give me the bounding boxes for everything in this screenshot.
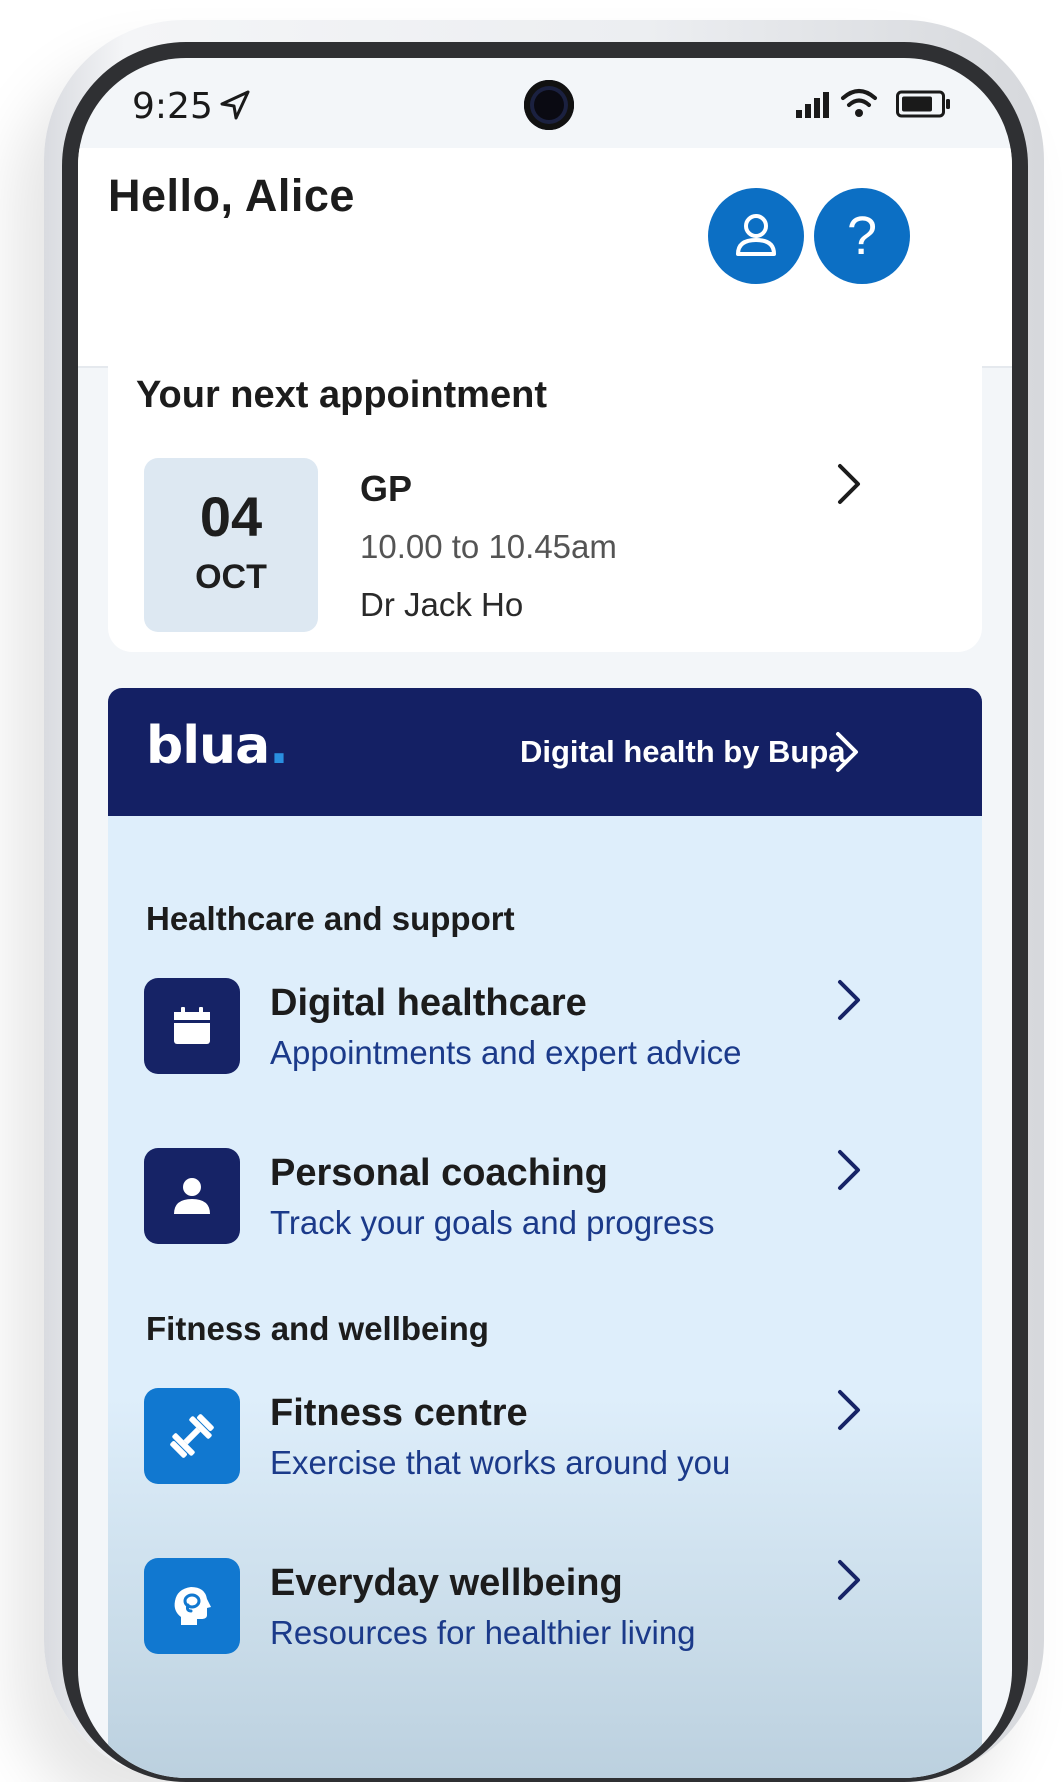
chevron-right-icon bbox=[838, 980, 860, 1020]
app-screen: 9:25 Hello, Alice ? Your next appointmen… bbox=[78, 58, 1012, 1778]
service-title: Fitness centre bbox=[270, 1392, 528, 1434]
next-appointment-card[interactable]: Your next appointment 04 OCT GP 10.00 to… bbox=[108, 340, 982, 652]
greeting-title: Hello, Alice bbox=[108, 170, 355, 221]
wifi-icon bbox=[841, 89, 877, 117]
service-title: Personal coaching bbox=[270, 1152, 608, 1194]
calendar-icon bbox=[144, 978, 240, 1074]
blua-tagline: Digital health by Bupa bbox=[520, 734, 846, 769]
chevron-right-icon bbox=[838, 1150, 860, 1190]
status-time: 9:25 bbox=[132, 86, 213, 127]
blua-services-panel: Healthcare and support Digital healthcar… bbox=[108, 816, 982, 1778]
appointment-card-title: Your next appointment bbox=[136, 374, 547, 416]
signal-icon bbox=[796, 92, 829, 118]
service-title: Everyday wellbeing bbox=[270, 1562, 623, 1604]
appointment-date-box: 04 OCT bbox=[144, 458, 318, 632]
location-arrow-icon bbox=[220, 90, 250, 120]
battery-icon bbox=[896, 90, 950, 118]
user-icon bbox=[736, 214, 776, 256]
person-icon bbox=[144, 1148, 240, 1244]
chevron-right-icon bbox=[838, 1390, 860, 1430]
section-heading-healthcare: Healthcare and support bbox=[146, 900, 515, 937]
service-subtitle: Track your goals and progress bbox=[270, 1204, 715, 1241]
section-heading-fitness: Fitness and wellbeing bbox=[146, 1310, 489, 1347]
blua-banner[interactable]: blua. Digital health by Bupa bbox=[108, 688, 982, 816]
chevron-right-icon bbox=[836, 732, 858, 772]
appointment-time: 10.00 to 10.45am bbox=[360, 528, 617, 565]
appointment-day: 04 bbox=[199, 485, 263, 548]
chevron-right-icon bbox=[838, 1560, 860, 1600]
help-label: ? bbox=[846, 206, 878, 266]
service-subtitle: Resources for healthier living bbox=[270, 1614, 696, 1651]
head-icon bbox=[144, 1558, 240, 1654]
help-button[interactable]: ? bbox=[814, 188, 910, 284]
chevron-right-icon bbox=[838, 464, 860, 504]
appointment-type: GP bbox=[360, 468, 413, 509]
profile-button[interactable] bbox=[708, 188, 804, 284]
service-title: Digital healthcare bbox=[270, 982, 587, 1024]
appointment-month: OCT bbox=[195, 558, 267, 596]
service-subtitle: Exercise that works around you bbox=[270, 1444, 731, 1481]
appointment-doctor: Dr Jack Ho bbox=[360, 586, 524, 623]
blua-logo: blua. bbox=[146, 716, 289, 776]
front-camera bbox=[524, 80, 574, 130]
service-subtitle: Appointments and expert advice bbox=[270, 1034, 742, 1071]
status-bar: 9:25 bbox=[78, 58, 1012, 148]
dumbbell-icon bbox=[144, 1388, 240, 1484]
